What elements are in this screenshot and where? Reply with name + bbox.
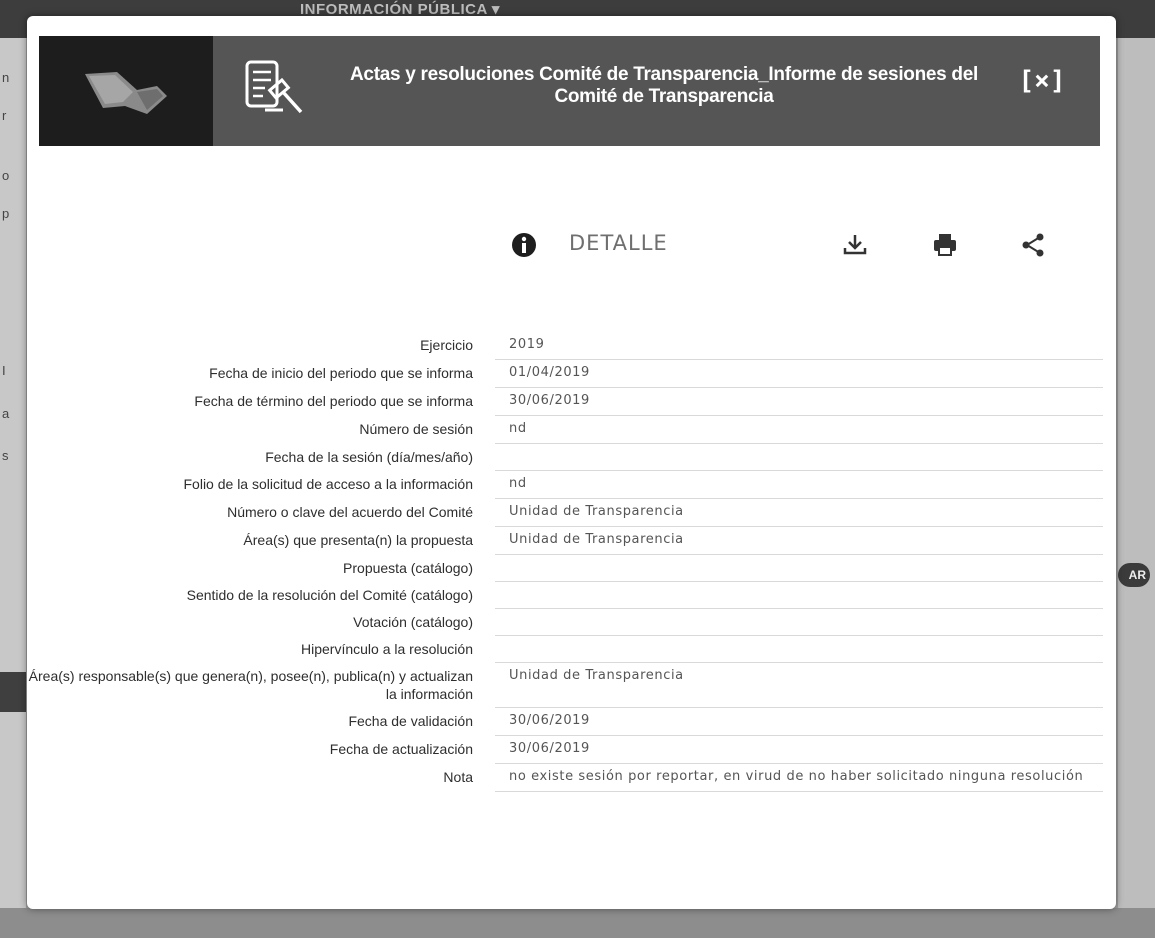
table-row: Número o clave del acuerdo del Comité Uni… [27, 499, 1116, 527]
table-row: Nota no existe sesión por reportar, en vi… [27, 764, 1116, 792]
detail-table: Ejercicio 2019 Fecha de inicio del period… [27, 332, 1116, 792]
logo-emblem-icon [85, 72, 167, 114]
field-label: Fecha de inicio del periodo que se infor… [209, 365, 473, 381]
table-row: Fecha de la sesión (día/mes/año) [27, 444, 1116, 471]
field-value: Unidad de Transparencia [509, 668, 684, 683]
detail-heading: DETALLE [569, 231, 668, 255]
field-value: nd [509, 476, 527, 491]
gavel-document-icon [243, 58, 313, 127]
field-value [509, 609, 1099, 636]
info-icon [511, 232, 537, 263]
field-value: 30/06/2019 [509, 741, 590, 756]
table-row: Hipervínculo a la resolución [27, 636, 1116, 663]
field-label: Votación (catálogo) [353, 614, 473, 630]
close-button[interactable]: [×] [1017, 64, 1067, 98]
print-button[interactable] [929, 229, 961, 261]
table-row: Fecha de inicio del periodo que se infor… [27, 360, 1116, 388]
field-value [509, 444, 1099, 471]
field-label: Fecha de validación [348, 713, 473, 729]
field-label: Propuesta (catálogo) [343, 560, 473, 576]
logo [39, 36, 213, 146]
download-button[interactable] [839, 229, 871, 261]
share-icon [1022, 233, 1044, 257]
field-value: Unidad de Transparencia [509, 504, 684, 519]
field-label: Ejercicio [420, 337, 473, 353]
field-label: Fecha de actualización [329, 741, 473, 757]
field-label: Número de sesión [359, 421, 473, 437]
detail-toolbar: DETALLE [27, 221, 1116, 271]
background-button[interactable]: AR [1118, 563, 1150, 587]
table-row: Fecha de término del periodo que se info… [27, 388, 1116, 416]
table-row: Ejercicio 2019 [27, 332, 1116, 360]
field-label: Número o clave del acuerdo del Comité [227, 504, 473, 520]
field-label: Fecha de la sesión (día/mes/año) [265, 449, 473, 465]
table-row: Folio de la solicitud de acceso a la inf… [27, 471, 1116, 499]
field-label: Fecha de término del periodo que se info… [194, 393, 473, 409]
field-label: Nota [443, 769, 473, 785]
field-label: Folio de la solicitud de acceso a la inf… [183, 476, 474, 492]
field-value [509, 555, 1099, 582]
detail-modal: Actas y resoluciones Comité de Transpare… [27, 16, 1116, 909]
table-row: Fecha de validación 30/06/2019 [27, 708, 1116, 736]
table-row: Número de sesión nd [27, 416, 1116, 444]
share-button[interactable] [1017, 229, 1049, 261]
field-label: Hipervínculo a la resolución [301, 641, 473, 657]
background-left-bar [0, 672, 26, 712]
table-row: Área(s) que presenta(n) la propuesta Unid… [27, 527, 1116, 555]
field-label: Sentido de la resolución del Comité (cat… [186, 587, 473, 603]
field-label: Área(s) que presenta(n) la propuesta [243, 532, 473, 548]
field-value: Unidad de Transparencia [509, 532, 684, 547]
table-row: Área(s) responsable(s) que genera(n), po… [27, 663, 1116, 708]
table-row: Propuesta (catálogo) [27, 555, 1116, 582]
background-bottom [0, 908, 1155, 938]
field-value [509, 636, 1099, 663]
modal-header: Actas y resoluciones Comité de Transpare… [39, 36, 1100, 146]
modal-title: Actas y resoluciones Comité de Transpare… [350, 64, 978, 107]
background-left-panel: n r o p I a s [0, 38, 26, 908]
field-value: 30/06/2019 [509, 393, 590, 408]
field-value [509, 582, 1099, 609]
field-value: nd [509, 421, 527, 436]
background-right-panel [1118, 38, 1155, 908]
field-value: 2019 [509, 337, 545, 352]
download-icon [843, 235, 867, 255]
print-icon [934, 234, 956, 256]
field-value: no existe sesión por reportar, en virud … [509, 769, 1084, 784]
field-value: 30/06/2019 [509, 713, 590, 728]
field-label: Área(s) responsable(s) que genera(n), po… [28, 668, 473, 702]
table-row: Fecha de actualización 30/06/2019 [27, 736, 1116, 764]
field-value: 01/04/2019 [509, 365, 590, 380]
table-row: Votación (catálogo) [27, 609, 1116, 636]
table-row: Sentido de la resolución del Comité (cat… [27, 582, 1116, 609]
